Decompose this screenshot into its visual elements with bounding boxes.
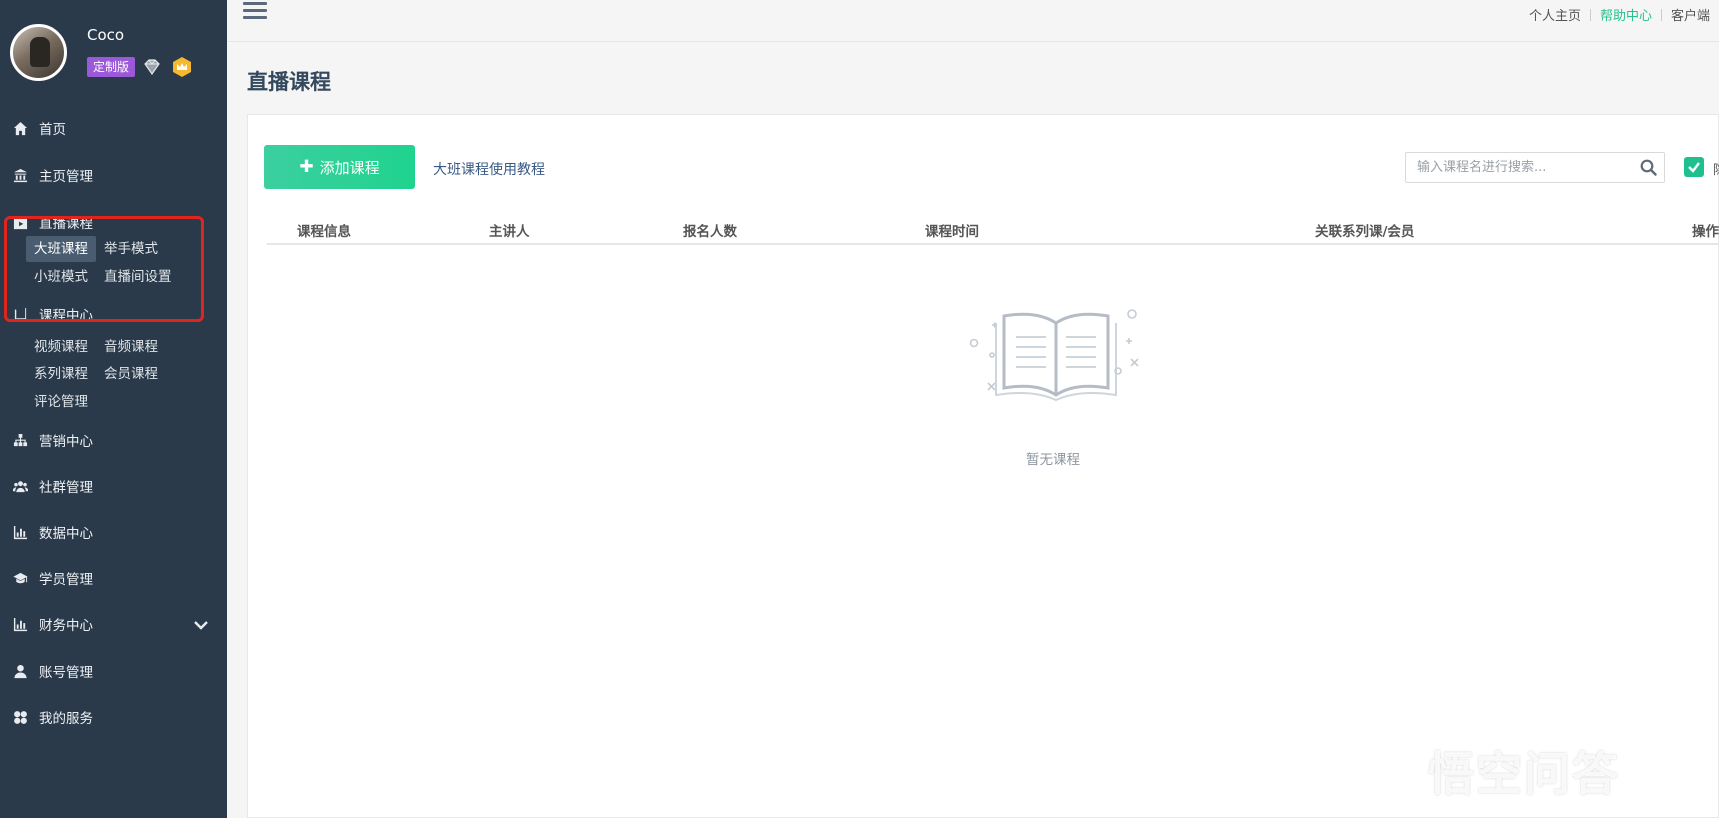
add-course-button[interactable]: ✚ 添加课程 [264,145,415,189]
sidebar-item-homepage-mgmt[interactable]: 主页管理 [0,160,227,190]
bar-chart-icon [12,524,28,540]
sidebar-item-community[interactable]: 社群管理 [0,471,227,501]
sidebar-item-finance[interactable]: 财务中心 [0,609,227,639]
user-profile: Coco 定制版 [10,24,220,88]
column-header: 课程信息 [297,224,351,240]
sub-item-audio-course[interactable]: 音频课程 [96,334,166,360]
bar-chart-icon [12,616,28,632]
book-icon [12,306,28,322]
watermark-text: 悟空问答 [1428,747,1620,801]
bank-icon [12,167,28,183]
sidebar-item-label: 我的服务 [39,711,93,727]
sidebar-item-home[interactable]: 首页 [0,113,227,143]
column-header: 操作 [1692,224,1719,240]
clover-icon [12,709,28,725]
sub-item-hand-raise-mode[interactable]: 举手模式 [96,236,166,262]
link-personal-homepage[interactable]: 个人主页 [1520,5,1590,24]
wukong-logo-icon [1364,746,1420,784]
sidebar-item-label: 营销中心 [39,434,93,450]
crown-icon [173,57,191,77]
sub-item-comment-mgmt[interactable]: 评论管理 [26,389,96,415]
sidebar-item-label: 课程中心 [39,308,93,324]
search-box [1405,152,1665,183]
course-panel: ✚ 添加课程 大班课程使用教程 隐 课程信息 主讲人 报名人数 课程时间 关联系… [247,114,1719,818]
column-header: 关联系列课/会员 [1315,224,1415,240]
add-course-label: 添加课程 [319,158,380,177]
sidebar-item-course-center[interactable]: 课程中心 [0,299,227,329]
top-links: 个人主页 帮助中心 客户端 [1520,5,1719,24]
home-icon [12,120,28,136]
sidebar-item-students[interactable]: 学员管理 [0,563,227,593]
sidebar: Coco 定制版 首页 主页管理 直播课程 大班课程 举手模式 小班模式 直播间… [0,0,227,818]
sidebar-item-marketing[interactable]: 营销中心 [0,425,227,455]
user-icon [12,663,28,679]
table-header: 课程信息 主讲人 报名人数 课程时间 关联系列课/会员 操作 [267,211,1719,245]
diamond-icon [144,59,160,76]
sidebar-item-label: 直播课程 [39,216,93,232]
search-icon[interactable] [1640,159,1657,176]
link-help-center[interactable]: 帮助中心 [1591,5,1661,24]
sub-item-live-room-settings[interactable]: 直播间设置 [96,264,180,290]
sitemap-icon [12,432,28,448]
sidebar-item-data[interactable]: 数据中心 [0,517,227,547]
sidebar-item-label: 数据中心 [39,526,93,542]
menu-toggle-icon[interactable] [243,2,267,24]
sidebar-item-live[interactable]: 直播课程 [0,207,227,237]
column-header: 课程时间 [925,224,979,240]
hide-checkbox[interactable] [1684,157,1704,177]
sidebar-item-label: 财务中心 [39,618,93,634]
column-header: 主讲人 [489,224,530,240]
chevron-down-icon[interactable] [193,617,209,633]
plus-icon: ✚ [299,157,314,177]
sidebar-item-services[interactable]: 我的服务 [0,702,227,732]
sub-item-large-class[interactable]: 大班课程 [26,236,96,262]
sub-item-member-course[interactable]: 会员课程 [96,361,166,387]
empty-book-illustration [969,309,1139,402]
username: Coco [87,26,125,44]
check-icon [1688,162,1700,173]
sidebar-item-label: 学员管理 [39,572,93,588]
tutorial-link[interactable]: 大班课程使用教程 [433,159,545,179]
avatar[interactable] [10,24,67,81]
sub-item-video-course[interactable]: 视频课程 [26,334,96,360]
checkbox-label: 隐 [1713,159,1719,178]
column-header: 报名人数 [683,224,737,240]
live-video-icon [12,214,28,230]
sidebar-item-label: 主页管理 [39,169,93,185]
sub-item-small-class-mode[interactable]: 小班模式 [26,264,96,290]
empty-state-text: 暂无课程 [1026,452,1080,468]
link-client[interactable]: 客户端 [1662,5,1719,24]
topbar: 个人主页 帮助中心 客户端 [227,0,1719,42]
custom-edition-badge: 定制版 [87,57,136,77]
users-icon [12,478,28,494]
search-input[interactable] [1406,153,1631,182]
sidebar-item-account[interactable]: 账号管理 [0,656,227,686]
sidebar-item-label: 账号管理 [39,665,93,681]
page-title: 直播课程 [247,70,331,94]
graduation-cap-icon [12,570,28,586]
sidebar-item-label: 首页 [39,122,66,138]
sub-item-series-course[interactable]: 系列课程 [26,361,96,387]
sidebar-item-label: 社群管理 [39,480,93,496]
